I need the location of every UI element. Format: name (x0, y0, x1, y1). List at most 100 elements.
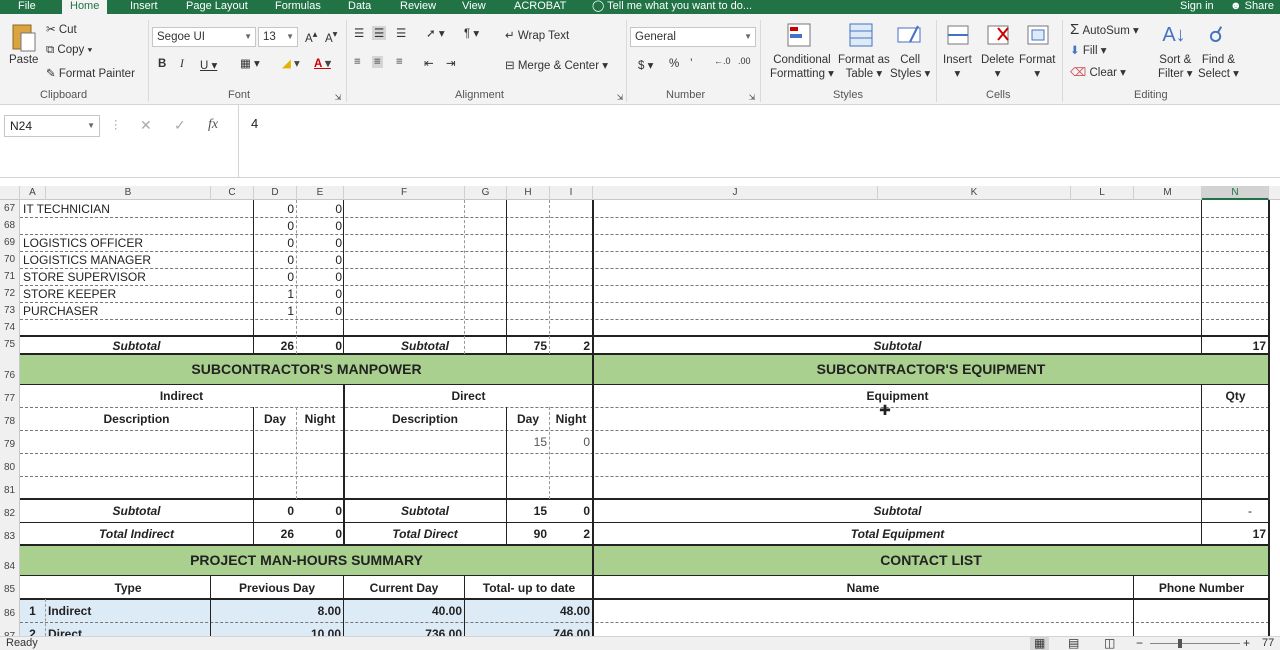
column-header-g[interactable]: G (465, 186, 507, 200)
column-header-i[interactable]: I (550, 186, 593, 200)
conditional-formatting-button[interactable]: Conditional Formatting ▾ (770, 54, 834, 80)
insert-function-icon[interactable]: fx (208, 117, 218, 133)
wrap-text-button[interactable]: ↵ Wrap Text (505, 28, 569, 42)
cell-previous-day-87[interactable]: 10.00 (211, 626, 341, 636)
cell-a71[interactable]: STORE SUPERVISOR (23, 269, 248, 285)
row-header[interactable]: 74 (0, 319, 20, 336)
total-to-date-header[interactable]: Total- up to date (465, 580, 593, 596)
current-day-header[interactable]: Current Day (344, 580, 464, 596)
sort-filter-button[interactable]: Sort & Filter ▾ (1158, 54, 1193, 80)
orientation-icon[interactable]: ➚ ▾ (426, 26, 445, 40)
row-header[interactable]: 81 (0, 476, 20, 499)
cell-e68[interactable]: 0 (297, 218, 342, 234)
insert-cells-button[interactable]: Insert ▾ (943, 54, 972, 80)
cell-d67[interactable]: 0 (254, 201, 294, 217)
day-header[interactable]: Day (254, 411, 296, 427)
cell-styles-button[interactable]: Cell Styles ▾ (890, 54, 930, 80)
previous-day-header[interactable]: Previous Day (211, 580, 343, 596)
cell-e83[interactable]: 0 (297, 526, 342, 542)
tab-insert[interactable]: Insert (122, 0, 166, 14)
cell-a73[interactable]: PURCHASER (23, 303, 248, 319)
cell-h82[interactable]: 15 (507, 503, 547, 519)
format-painter-button[interactable]: ✎ Format Painter (46, 66, 135, 80)
cell-h75[interactable]: 75 (507, 338, 547, 354)
zoom-in-icon[interactable]: + (1243, 636, 1250, 650)
cell-i82[interactable]: 0 (550, 503, 590, 519)
cell-e70[interactable]: 0 (297, 252, 342, 268)
decrease-decimal-icon[interactable]: .00 (738, 56, 751, 66)
description-header[interactable]: Description (344, 411, 506, 427)
enter-icon[interactable]: ✓ (174, 117, 186, 134)
row-header[interactable]: 69 (0, 234, 20, 251)
tab-page-layout[interactable]: Page Layout (178, 0, 256, 14)
total-indirect-label[interactable]: Total Indirect (20, 526, 253, 542)
autosum-button[interactable]: Σ AutoSum ▾ (1070, 21, 1139, 38)
subtotal-label[interactable]: Subtotal (344, 338, 506, 354)
column-header-d[interactable]: D (254, 186, 297, 200)
cell-n83[interactable]: 17 (1202, 526, 1266, 542)
tab-file[interactable]: File (10, 0, 44, 14)
cell-d70[interactable]: 0 (254, 252, 294, 268)
increase-indent-icon[interactable]: ⇥ (446, 56, 456, 70)
column-header-f[interactable]: F (344, 186, 465, 200)
row-header[interactable]: 73 (0, 302, 20, 319)
direct-header[interactable]: Direct (344, 388, 593, 404)
qty-header[interactable]: Qty (1202, 388, 1269, 404)
cell-current-day-86[interactable]: 40.00 (344, 603, 462, 619)
align-top-icon[interactable]: ☰ (354, 26, 364, 40)
shrink-font-icon[interactable]: A▾ (325, 29, 337, 45)
column-header-n[interactable]: N (1202, 186, 1269, 200)
cell-a87[interactable]: 2 (20, 626, 45, 636)
column-header-e[interactable]: E (297, 186, 344, 200)
find-select-button[interactable]: Find & Select ▾ (1198, 54, 1239, 80)
worksheet-grid[interactable]: 67 68 69 70 71 72 73 74 75 76 77 78 79 8… (0, 200, 1280, 636)
total-direct-label[interactable]: Total Direct (344, 526, 506, 542)
borders-icon[interactable]: ▦ ▾ (240, 56, 260, 70)
row-header[interactable]: 76 (0, 354, 20, 384)
fill-color-icon[interactable]: ◢ ▾ (282, 56, 300, 70)
cell-h83[interactable]: 90 (507, 526, 547, 542)
cell-e73[interactable]: 0 (297, 303, 342, 319)
delete-cells-button[interactable]: Delete ▾ (981, 54, 1014, 80)
cell-a67[interactable]: IT TECHNICIAN (23, 201, 248, 217)
cell-n75[interactable]: 17 (1202, 338, 1266, 354)
increase-decimal-icon[interactable]: ←.0 (714, 56, 731, 66)
subtotal-label[interactable]: Subtotal (20, 338, 253, 354)
cell-h79[interactable]: 15 (507, 434, 547, 450)
subtotal-label[interactable]: Subtotal (20, 503, 253, 519)
cell-d72[interactable]: 1 (254, 286, 294, 302)
name-header[interactable]: Name (593, 580, 1133, 596)
cell-total-86[interactable]: 48.00 (465, 603, 590, 619)
row-header[interactable]: 79 (0, 430, 20, 453)
currency-icon[interactable]: $ ▾ (638, 58, 653, 72)
tab-review[interactable]: Review (392, 0, 444, 14)
name-box[interactable]: N24 ▼ (4, 115, 100, 137)
cell-a69[interactable]: LOGISTICS OFFICER (23, 235, 248, 251)
tab-data[interactable]: Data (340, 0, 379, 14)
column-header-k[interactable]: K (878, 186, 1071, 200)
font-dialog-icon[interactable]: ⇲ (333, 92, 343, 102)
percent-icon[interactable]: % (669, 58, 679, 70)
cell-a86[interactable]: 1 (20, 603, 45, 619)
night-header[interactable]: Night (297, 411, 343, 427)
tab-acrobat[interactable]: ACROBAT (506, 0, 574, 14)
font-size-select[interactable]: 13 ▼ (258, 27, 298, 47)
row-header[interactable]: 82 (0, 499, 20, 522)
zoom-slider-thumb[interactable] (1178, 639, 1182, 648)
copy-button[interactable]: ⧉ Copy ▾ (46, 44, 92, 57)
cell-d75[interactable]: 26 (254, 338, 294, 354)
align-bottom-icon[interactable]: ☰ (396, 26, 406, 40)
row-header[interactable]: 84 (0, 545, 20, 575)
cell-d82[interactable]: 0 (254, 503, 294, 519)
subtotal-label[interactable]: Subtotal (344, 503, 506, 519)
tell-me-box[interactable]: ◯ Tell me what you want to do... (584, 0, 760, 14)
cell-d83[interactable]: 26 (254, 526, 294, 542)
indirect-header[interactable]: Indirect (20, 388, 343, 404)
cell-e72[interactable]: 0 (297, 286, 342, 302)
cell-e67[interactable]: 0 (297, 201, 342, 217)
zoom-level[interactable]: 77 (1262, 637, 1274, 649)
night-header[interactable]: Night (550, 411, 592, 427)
subtotal-label[interactable]: Subtotal (594, 338, 1201, 354)
cell-previous-day-86[interactable]: 8.00 (211, 603, 341, 619)
row-header[interactable]: 83 (0, 522, 20, 545)
